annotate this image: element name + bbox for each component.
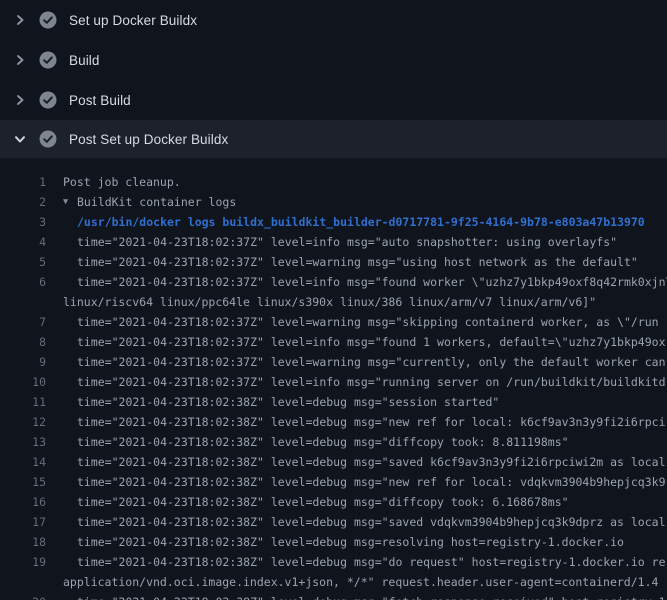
log-line-number[interactable]: 3 bbox=[0, 212, 46, 232]
log-line-text: time="2021-04-23T18:02:38Z" level=debug … bbox=[77, 552, 666, 572]
log-line-number[interactable]: 12 bbox=[0, 412, 46, 432]
log-line-number[interactable]: 10 bbox=[0, 372, 46, 392]
log-line-text: time="2021-04-23T18:02:38Z" level=debug … bbox=[77, 512, 667, 532]
step-title: Build bbox=[69, 53, 100, 68]
log-line: 13 time="2021-04-23T18:02:38Z" level=deb… bbox=[0, 432, 667, 452]
chevron-down-icon[interactable] bbox=[12, 131, 28, 147]
log-line-text: time="2021-04-23T18:02:38Z" level=debug … bbox=[77, 492, 569, 512]
log-line-text: /usr/bin/docker logs buildx_buildkit_bui… bbox=[77, 212, 645, 232]
log-line-text: time="2021-04-23T18:02:37Z" level=warnin… bbox=[77, 352, 666, 372]
log-line: 3 /usr/bin/docker logs buildx_buildkit_b… bbox=[0, 212, 667, 232]
log-line-number[interactable]: 16 bbox=[0, 492, 46, 512]
log-line-text: ▼BuildKit container logs bbox=[63, 192, 236, 212]
step-list: Set up Docker Buildx Build Post Build bbox=[0, 0, 667, 158]
log-line: application/vnd.oci.image.index.v1+json,… bbox=[0, 572, 667, 592]
log-area: 1 Post job cleanup. 2 ▼BuildKit containe… bbox=[0, 158, 667, 600]
log-line: 11 time="2021-04-23T18:02:38Z" level=deb… bbox=[0, 392, 667, 412]
step-section-post-set-up-docker-buildx[interactable]: Post Set up Docker Buildx bbox=[0, 120, 667, 158]
log-line: 9 time="2021-04-23T18:02:37Z" level=warn… bbox=[0, 352, 667, 372]
log-line-number[interactable]: 5 bbox=[0, 252, 46, 272]
log-line-text: time="2021-04-23T18:02:37Z" level=info m… bbox=[77, 372, 666, 392]
log-line-number[interactable]: 17 bbox=[0, 512, 46, 532]
log-line: 5 time="2021-04-23T18:02:37Z" level=warn… bbox=[0, 252, 667, 272]
log-line-text: time="2021-04-23T18:02:38Z" level=debug … bbox=[77, 472, 666, 492]
step-section-build[interactable]: Build bbox=[0, 40, 667, 80]
check-circle-icon bbox=[39, 91, 57, 109]
log-line-text: time="2021-04-23T18:02:38Z" level=debug … bbox=[77, 452, 667, 472]
log-line-text: time="2021-04-23T18:02:37Z" level=info m… bbox=[77, 332, 666, 352]
log-line-number[interactable]: 9 bbox=[0, 352, 46, 372]
log-line: 2 ▼BuildKit container logs bbox=[0, 192, 667, 212]
log-line-text: application/vnd.oci.image.index.v1+json,… bbox=[63, 572, 658, 592]
chevron-right-icon[interactable] bbox=[12, 52, 28, 68]
chevron-right-icon[interactable] bbox=[12, 12, 28, 28]
log-line: 16 time="2021-04-23T18:02:38Z" level=deb… bbox=[0, 492, 667, 512]
log-line: linux/riscv64 linux/ppc64le linux/s390x … bbox=[0, 292, 667, 312]
log-line-number bbox=[0, 572, 46, 592]
log-line-text: time="2021-04-23T18:02:37Z" level=info m… bbox=[77, 272, 667, 292]
log-line-number[interactable]: 15 bbox=[0, 472, 46, 492]
log-line: 17 time="2021-04-23T18:02:38Z" level=deb… bbox=[0, 512, 667, 532]
step-section-post-build[interactable]: Post Build bbox=[0, 80, 667, 120]
log-line-number bbox=[0, 292, 46, 312]
log-line: 12 time="2021-04-23T18:02:38Z" level=deb… bbox=[0, 412, 667, 432]
log-line-number[interactable]: 2 bbox=[0, 192, 46, 212]
step-title: Post Set up Docker Buildx bbox=[69, 132, 228, 147]
log-line-number[interactable]: 18 bbox=[0, 532, 46, 552]
log-line-text: time="2021-04-23T18:02:37Z" level=warnin… bbox=[77, 252, 638, 272]
log-line-text: time="2021-04-23T18:02:38Z" level=debug … bbox=[77, 592, 666, 600]
log-line-number[interactable]: 11 bbox=[0, 392, 46, 412]
log-line-number[interactable]: 13 bbox=[0, 432, 46, 452]
step-section-set-up-docker-buildx[interactable]: Set up Docker Buildx bbox=[0, 0, 667, 40]
log-line: 14 time="2021-04-23T18:02:38Z" level=deb… bbox=[0, 452, 667, 472]
log-line-text: time="2021-04-23T18:02:38Z" level=debug … bbox=[77, 432, 569, 452]
log-line-text: time="2021-04-23T18:02:38Z" level=debug … bbox=[77, 412, 666, 432]
log-line-number[interactable]: 6 bbox=[0, 272, 46, 292]
check-circle-icon bbox=[39, 11, 57, 29]
log-line: 6 time="2021-04-23T18:02:37Z" level=info… bbox=[0, 272, 667, 292]
log-line-text: time="2021-04-23T18:02:37Z" level=warnin… bbox=[77, 312, 659, 332]
log-line-text: linux/riscv64 linux/ppc64le linux/s390x … bbox=[63, 292, 596, 312]
log-line: 1 Post job cleanup. bbox=[0, 172, 667, 192]
log-line-number[interactable]: 4 bbox=[0, 232, 46, 252]
log-line: 15 time="2021-04-23T18:02:38Z" level=deb… bbox=[0, 472, 667, 492]
log-line-number[interactable]: 8 bbox=[0, 332, 46, 352]
log-line: 8 time="2021-04-23T18:02:37Z" level=info… bbox=[0, 332, 667, 352]
log-line: 10 time="2021-04-23T18:02:37Z" level=inf… bbox=[0, 372, 667, 392]
log-line-number[interactable]: 19 bbox=[0, 552, 46, 572]
log-line: 4 time="2021-04-23T18:02:37Z" level=info… bbox=[0, 232, 667, 252]
step-title: Set up Docker Buildx bbox=[69, 13, 197, 28]
log-line: 18 time="2021-04-23T18:02:38Z" level=deb… bbox=[0, 532, 667, 552]
chevron-right-icon[interactable] bbox=[12, 92, 28, 108]
log-line-text: Post job cleanup. bbox=[63, 172, 181, 192]
log-line-number[interactable]: 1 bbox=[0, 172, 46, 192]
log-line-text: time="2021-04-23T18:02:38Z" level=debug … bbox=[77, 532, 624, 552]
step-title: Post Build bbox=[69, 93, 131, 108]
actions-log-viewer: Set up Docker Buildx Build Post Build bbox=[0, 0, 667, 600]
group-collapse-triangle-icon[interactable]: ▼ bbox=[63, 192, 77, 212]
log-line-number[interactable]: 14 bbox=[0, 452, 46, 472]
check-circle-icon bbox=[39, 130, 57, 148]
log-line: 20 time="2021-04-23T18:02:38Z" level=deb… bbox=[0, 592, 667, 600]
log-line-number[interactable]: 7 bbox=[0, 312, 46, 332]
log-line-text: time="2021-04-23T18:02:37Z" level=info m… bbox=[77, 232, 617, 252]
log-line: 19 time="2021-04-23T18:02:38Z" level=deb… bbox=[0, 552, 667, 572]
log-line-text: time="2021-04-23T18:02:38Z" level=debug … bbox=[77, 392, 499, 412]
log-group-title[interactable]: BuildKit container logs bbox=[77, 195, 236, 209]
check-circle-icon bbox=[39, 51, 57, 69]
log-line: 7 time="2021-04-23T18:02:37Z" level=warn… bbox=[0, 312, 667, 332]
log-line-number[interactable]: 20 bbox=[0, 592, 46, 600]
